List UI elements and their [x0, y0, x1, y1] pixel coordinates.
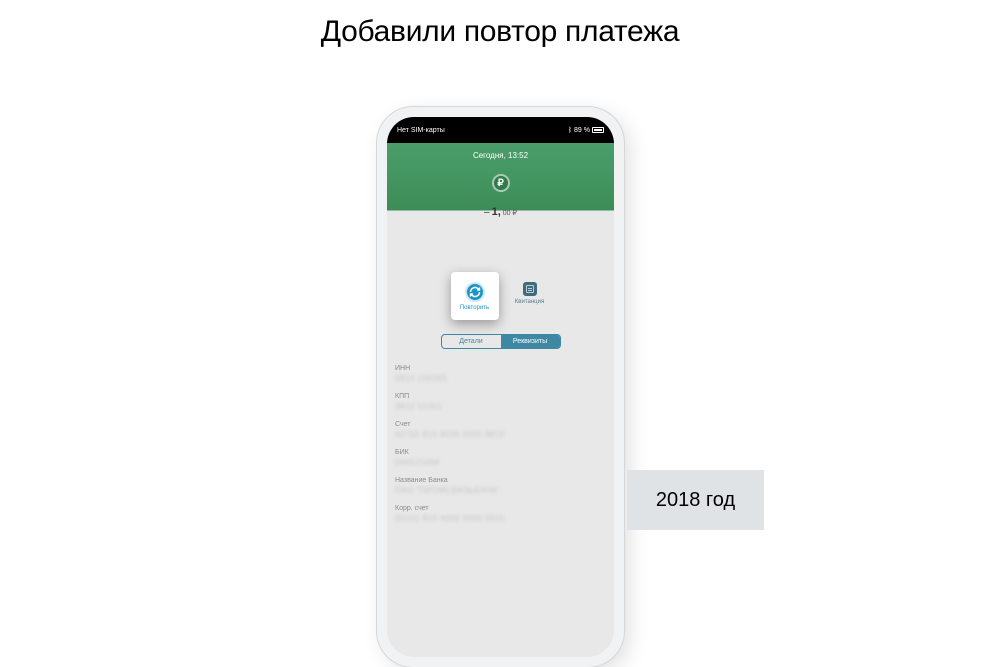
list-item: Корр. счет 30101 810 4000 0000 0555 — [395, 500, 606, 528]
list-item: КПП 3810 01001 — [395, 388, 606, 416]
phone-mockup: Нет SIM-карты 17:26 ᛒ 89 % Сегодня, 13:5… — [377, 107, 624, 667]
field-value: ПАО "ПРОМСВЯЗЬБАНК" — [395, 486, 606, 495]
phone-screen: Нет SIM-карты 17:26 ᛒ 89 % Сегодня, 13:5… — [387, 117, 614, 657]
tab-requisites[interactable]: Реквизиты — [501, 335, 560, 348]
receipt-icon — [523, 282, 537, 296]
repeat-label: Повторить — [460, 305, 489, 311]
status-battery-text: 89 % — [574, 127, 590, 134]
battery-icon — [592, 127, 604, 133]
action-tiles: Повторить Квитанция — [387, 272, 614, 320]
field-value: 40702 810 8030 0000 9816 — [395, 430, 606, 439]
amount-sign: – — [484, 207, 490, 218]
list-item: Название Банка ПАО "ПРОМСВЯЗЬБАНК" — [395, 472, 606, 500]
field-label: БИК — [395, 449, 606, 456]
list-item: ИНН 0810 156365 — [395, 360, 606, 388]
year-badge: 2018 год — [627, 470, 764, 530]
payment-amount: – 1, 00 ₽ — [484, 206, 517, 218]
repeat-button[interactable]: Повторить — [451, 272, 499, 320]
field-label: Счет — [395, 421, 606, 428]
field-value: 0810 156365 — [395, 374, 606, 383]
list-item: Счет 40702 810 8030 0000 9816 — [395, 416, 606, 444]
list-item: БИК 044525068 — [395, 444, 606, 472]
receipt-button[interactable]: Квитанция — [509, 272, 551, 314]
refresh-icon — [465, 282, 485, 302]
requisites-list[interactable]: ИНН 0810 156365 КПП 3810 01001 Счет 4070… — [387, 360, 614, 657]
field-value: 3810 01001 — [395, 402, 606, 411]
status-sim-text: Нет SIM-карты — [397, 127, 445, 134]
receipt-label: Квитанция — [515, 299, 544, 305]
tab-control: Детали Реквизиты — [441, 334, 561, 349]
amount-integer: 1, — [492, 206, 501, 218]
amount-fraction: 00 ₽ — [503, 209, 517, 217]
payment-date: Сегодня, 13:52 — [473, 151, 528, 160]
field-label: КПП — [395, 393, 606, 400]
page-title: Добавили повтор платежа — [0, 0, 1000, 49]
currency-badge-icon: ₽ — [492, 174, 510, 192]
phone-notch — [446, 117, 556, 135]
field-value: 044525068 — [395, 458, 606, 467]
phone-frame: Нет SIM-карты 17:26 ᛒ 89 % Сегодня, 13:5… — [377, 107, 624, 667]
bluetooth-icon: ᛒ — [568, 127, 572, 134]
field-label: ИНН — [395, 365, 606, 372]
field-value: 30101 810 4000 0000 0555 — [395, 514, 606, 523]
payment-header: Сегодня, 13:52 ₽ – 1, 00 ₽ — [387, 143, 614, 273]
tab-details[interactable]: Детали — [442, 335, 501, 348]
field-label: Корр. счет — [395, 505, 606, 512]
field-label: Название Банка — [395, 477, 606, 484]
